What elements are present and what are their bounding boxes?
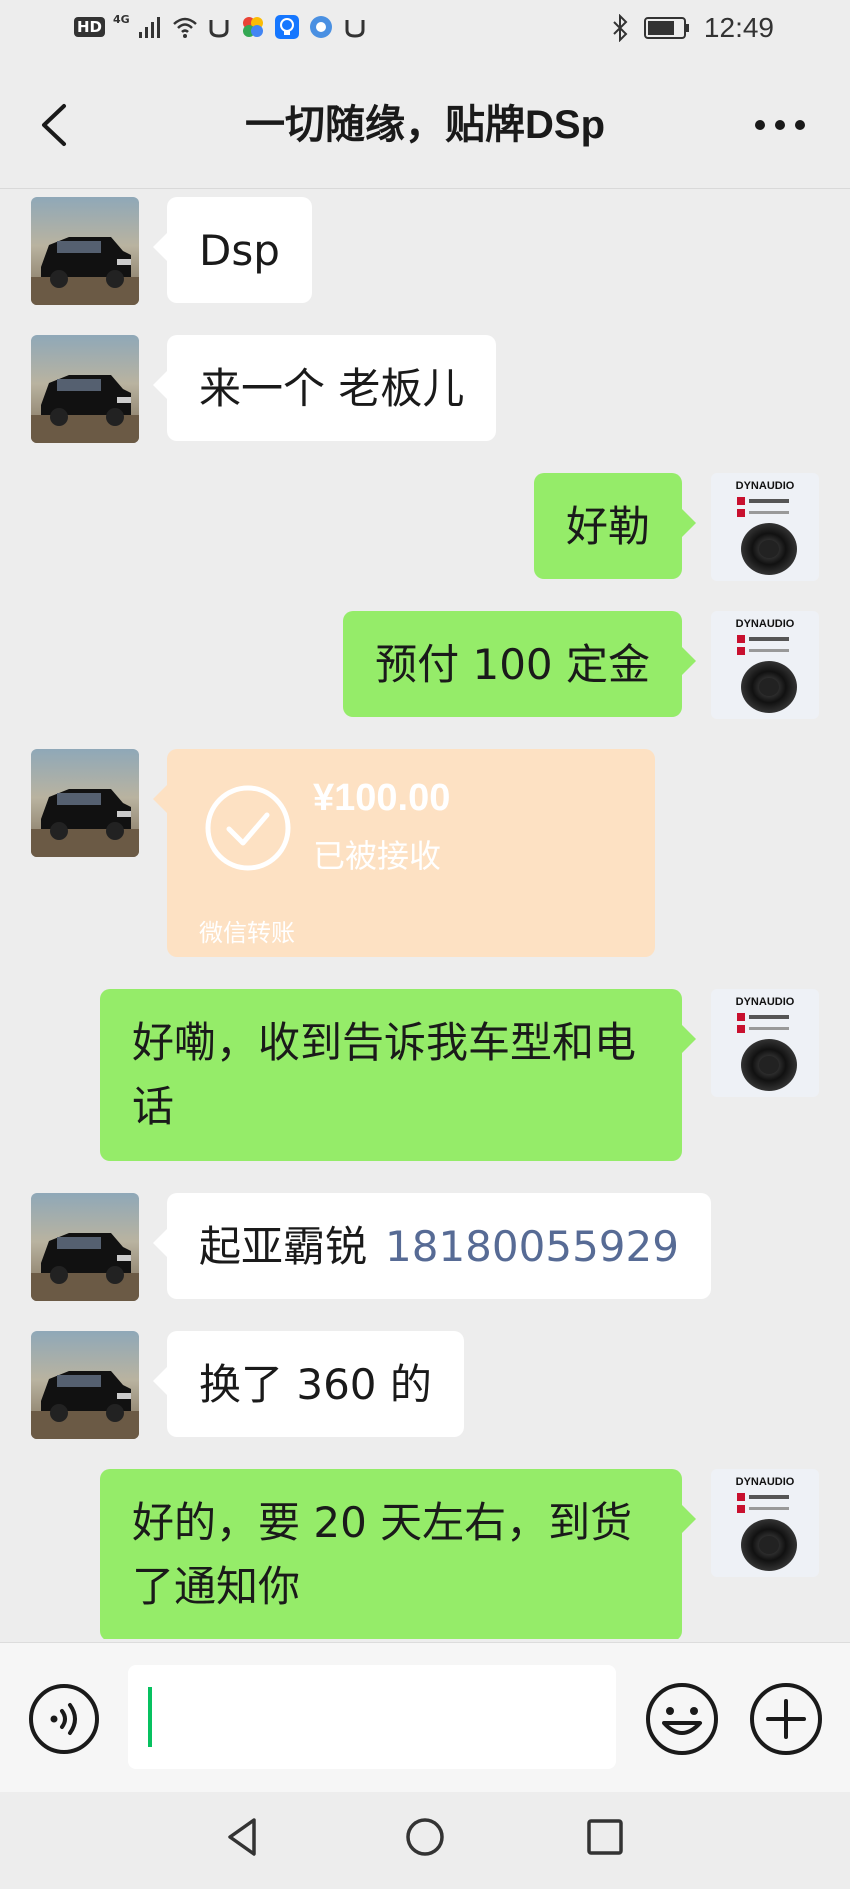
app-notification-icon-2: [345, 20, 365, 38]
message-row: ¥100.00 已被接收 微信转账: [0, 749, 850, 959]
hd-badge: HD: [74, 17, 106, 37]
svg-text:DYNAUDIO: DYNAUDIO: [736, 480, 795, 492]
avatar-car-photo[interactable]: [31, 335, 139, 443]
circle-home-icon[interactable]: [400, 1812, 450, 1862]
colorful-app-icon: [242, 17, 263, 37]
avatar-dynaudio-speaker[interactable]: DYNAUDIO: [711, 989, 819, 1097]
triangle-back-icon[interactable]: [218, 1812, 268, 1862]
network-type: 4G: [113, 12, 130, 26]
status-icons-right: 12:49: [610, 12, 774, 44]
emoji-icon[interactable]: [644, 1681, 720, 1757]
browser-app-icon: [309, 16, 332, 38]
message-input[interactable]: [128, 1665, 616, 1769]
message-row: 预付 100 定金 DYNAUDIO: [0, 611, 850, 721]
phone-number-link[interactable]: 18180055929: [385, 1222, 679, 1271]
avatar-dynaudio-speaker[interactable]: DYNAUDIO: [711, 611, 819, 719]
transfer-amount: ¥100.00: [313, 777, 451, 819]
message-bubble[interactable]: 好勒: [533, 473, 697, 579]
message-bubble[interactable]: Dsp: [153, 197, 312, 303]
wechat-transfer-card[interactable]: ¥100.00 已被接收 微信转账: [153, 749, 655, 957]
avatar-car-photo[interactable]: [31, 1193, 139, 1301]
bluetooth-icon: [613, 14, 628, 42]
square-recent-icon[interactable]: [580, 1812, 630, 1862]
avatar-car-photo[interactable]: [31, 749, 139, 857]
battery-icon: [643, 17, 689, 39]
message-bubble[interactable]: 预付 100 定金: [343, 611, 696, 717]
avatar-car-photo[interactable]: [31, 1331, 139, 1439]
avatar-dynaudio-speaker[interactable]: DYNAUDIO: [711, 1469, 819, 1577]
clock: 12:49: [703, 12, 774, 43]
transfer-status: 已被接收: [313, 837, 442, 875]
message-bubble[interactable]: 起亚霸锐 18180055929: [153, 1193, 711, 1299]
system-nav-bar: [0, 1792, 850, 1889]
message-row: 好的，要 20 天左右，到货了通知你 DYNAUDIO: [0, 1469, 850, 1639]
message-bubble[interactable]: 好的，要 20 天左右，到货了通知你: [100, 1469, 696, 1639]
voice-icon[interactable]: [28, 1683, 100, 1755]
plus-icon[interactable]: [748, 1681, 824, 1757]
chat-title: 一切随缘，贴牌DSp: [245, 103, 605, 147]
lightbulb-app-icon: [274, 15, 299, 39]
avatar-car-photo[interactable]: [31, 197, 139, 305]
message-row: 起亚霸锐 18180055929: [0, 1193, 850, 1303]
text-cursor: [148, 1687, 152, 1747]
status-bar: HD 4G 12:49: [0, 0, 850, 62]
message-bubble[interactable]: 好嘞，收到告诉我车型和电话: [100, 989, 696, 1161]
input-bar: [0, 1642, 850, 1793]
message-row: Dsp: [0, 197, 850, 307]
svg-text:DYNAUDIO: DYNAUDIO: [736, 996, 795, 1008]
signal-icon: [138, 17, 160, 38]
avatar-dynaudio-speaker[interactable]: DYNAUDIO: [711, 473, 819, 581]
chat-header: 一切随缘，贴牌DSp: [0, 62, 850, 189]
message-row: 来一个 老板儿: [0, 335, 850, 445]
message-bubble[interactable]: 来一个 老板儿: [152, 335, 497, 441]
transfer-footer: 微信转账: [199, 919, 295, 947]
status-icons-left: HD 4G: [74, 12, 368, 40]
message-list[interactable]: Dsp 来一个 老板儿 好勒 DYNAUDIO 预付 100 定金 DYNAUD…: [0, 189, 850, 1639]
app-notification-icon: [209, 20, 229, 38]
message-bubble[interactable]: 换了 360 的: [153, 1331, 464, 1437]
message-text: 起亚霸锐: [199, 1222, 368, 1271]
message-row: 换了 360 的: [0, 1331, 850, 1441]
wifi-icon: [172, 17, 197, 38]
check-circle-icon: [205, 785, 291, 871]
svg-text:DYNAUDIO: DYNAUDIO: [736, 1476, 795, 1488]
message-row: 好嘞，收到告诉我车型和电话 DYNAUDIO: [0, 989, 850, 1165]
message-row: 好勒 DYNAUDIO: [0, 473, 850, 583]
more-dots-icon[interactable]: [750, 110, 810, 140]
svg-text:DYNAUDIO: DYNAUDIO: [736, 618, 795, 630]
